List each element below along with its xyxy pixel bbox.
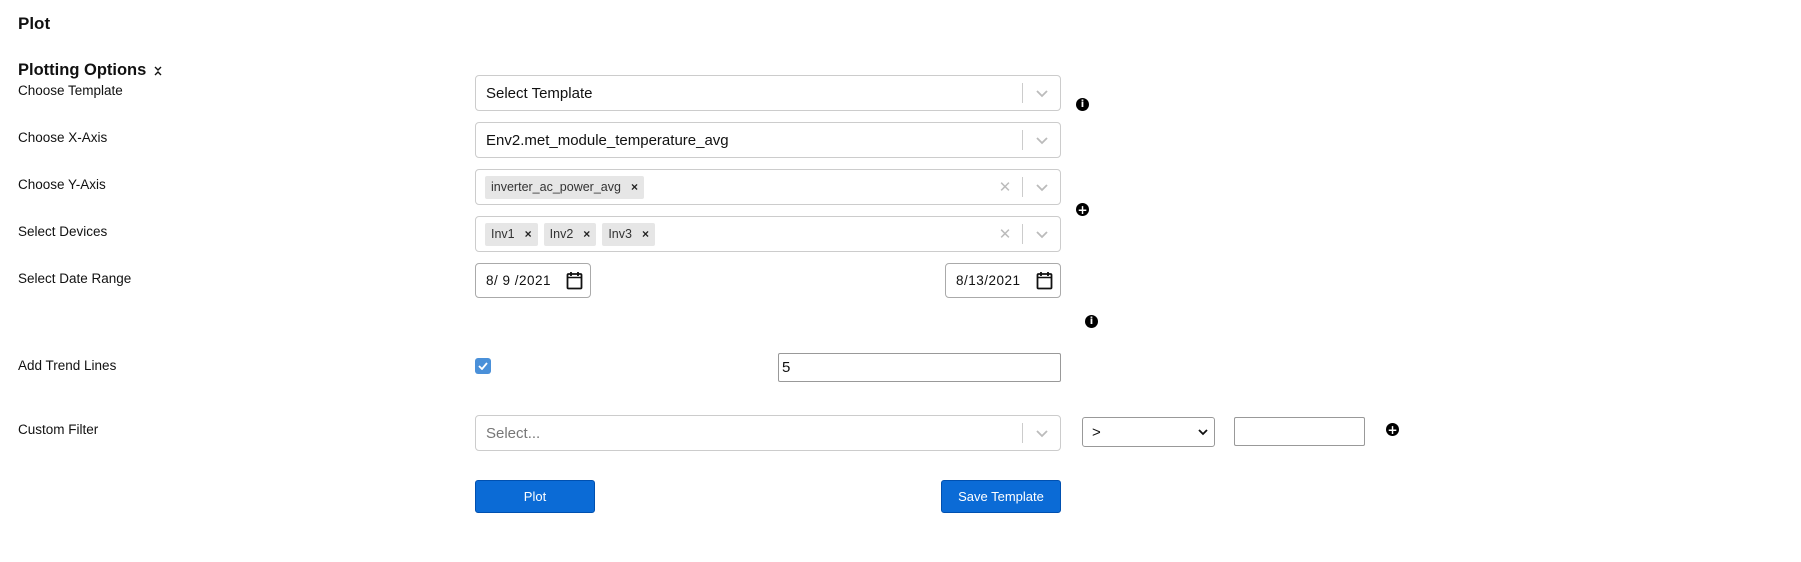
- template-select-value: Select Template: [486, 84, 593, 102]
- save-template-button[interactable]: Save Template: [941, 480, 1061, 513]
- chip-remove-icon[interactable]: ×: [636, 227, 655, 241]
- page-title: Plot: [18, 14, 51, 33]
- clear-icon[interactable]: ✕: [988, 225, 1022, 243]
- chip-label: Inv2: [549, 227, 574, 241]
- y-axis-chips: inverter_ac_power_avg ×: [476, 175, 988, 199]
- device-chip: Inv3 ×: [602, 222, 655, 246]
- custom-filter-select[interactable]: Select...: [475, 415, 1061, 451]
- template-info-icon[interactable]: i: [1076, 98, 1089, 111]
- chip-remove-icon[interactable]: ×: [519, 227, 538, 241]
- chevron-down-icon[interactable]: [1023, 133, 1060, 147]
- calendar-icon[interactable]: [1036, 271, 1053, 290]
- plot-button[interactable]: Plot: [475, 480, 595, 513]
- y-axis-multiselect[interactable]: inverter_ac_power_avg × ✕: [475, 169, 1061, 205]
- select-date-range-label: Select Date Range: [18, 271, 132, 286]
- chip-label: Inv3: [608, 227, 632, 241]
- calendar-icon[interactable]: [566, 271, 583, 290]
- checkmark-icon: [478, 362, 488, 370]
- section-title-label: Plotting Options: [18, 61, 147, 79]
- template-select[interactable]: Select Template: [475, 75, 1061, 111]
- custom-filter-value-input[interactable]: [1234, 417, 1365, 446]
- select-devices-label: Select Devices: [18, 224, 108, 239]
- clear-icon[interactable]: ✕: [988, 178, 1022, 196]
- start-date-value: 8/ 9 /2021: [486, 273, 552, 288]
- operator-select[interactable]: >: [1082, 417, 1215, 447]
- device-chips: Inv1 × Inv2 × Inv3 ×: [476, 222, 988, 246]
- chevron-down-icon[interactable]: [1023, 180, 1060, 194]
- end-date-value: 8/13/2021: [956, 273, 1021, 288]
- chip-remove-icon[interactable]: ×: [577, 227, 596, 241]
- chevron-down-icon: [1198, 428, 1208, 435]
- end-date-input[interactable]: 8/13/2021: [945, 263, 1061, 298]
- device-chip: Inv2 ×: [543, 222, 597, 246]
- section-title[interactable]: Plotting Options: [18, 61, 163, 80]
- chevron-down-icon[interactable]: [1023, 86, 1060, 100]
- devices-multiselect[interactable]: Inv1 × Inv2 × Inv3 × ✕: [475, 216, 1061, 252]
- device-chip: Inv1 ×: [485, 222, 538, 246]
- chevrons-collapse-icon[interactable]: [153, 65, 163, 77]
- custom-filter-placeholder: Select...: [486, 424, 541, 442]
- chip-label: inverter_ac_power_avg: [491, 180, 621, 194]
- add-filter-icon[interactable]: +: [1386, 423, 1399, 436]
- choose-template-label: Choose Template: [18, 83, 123, 98]
- x-axis-select-value: Env2.met_module_temperature_avg: [486, 131, 729, 149]
- x-axis-select[interactable]: Env2.met_module_temperature_avg: [475, 122, 1061, 158]
- chip-remove-icon[interactable]: ×: [625, 180, 644, 194]
- choose-x-axis-label: Choose X-Axis: [18, 130, 108, 145]
- add-trend-lines-label: Add Trend Lines: [18, 358, 117, 373]
- start-date-input[interactable]: 8/ 9 /2021: [475, 263, 591, 298]
- add-y-axis-icon[interactable]: +: [1076, 203, 1089, 216]
- date-range-info-icon[interactable]: i: [1085, 315, 1098, 328]
- chip-label: Inv1: [491, 227, 515, 241]
- choose-y-axis-label: Choose Y-Axis: [18, 177, 106, 192]
- chevron-down-icon[interactable]: [1023, 227, 1060, 241]
- trend-lines-checkbox[interactable]: [475, 358, 491, 374]
- custom-filter-label: Custom Filter: [18, 422, 99, 437]
- y-axis-chip: inverter_ac_power_avg ×: [485, 175, 644, 199]
- operator-value: >: [1092, 423, 1101, 441]
- trend-lines-input[interactable]: 5: [778, 353, 1061, 382]
- chevron-down-icon[interactable]: [1023, 426, 1060, 440]
